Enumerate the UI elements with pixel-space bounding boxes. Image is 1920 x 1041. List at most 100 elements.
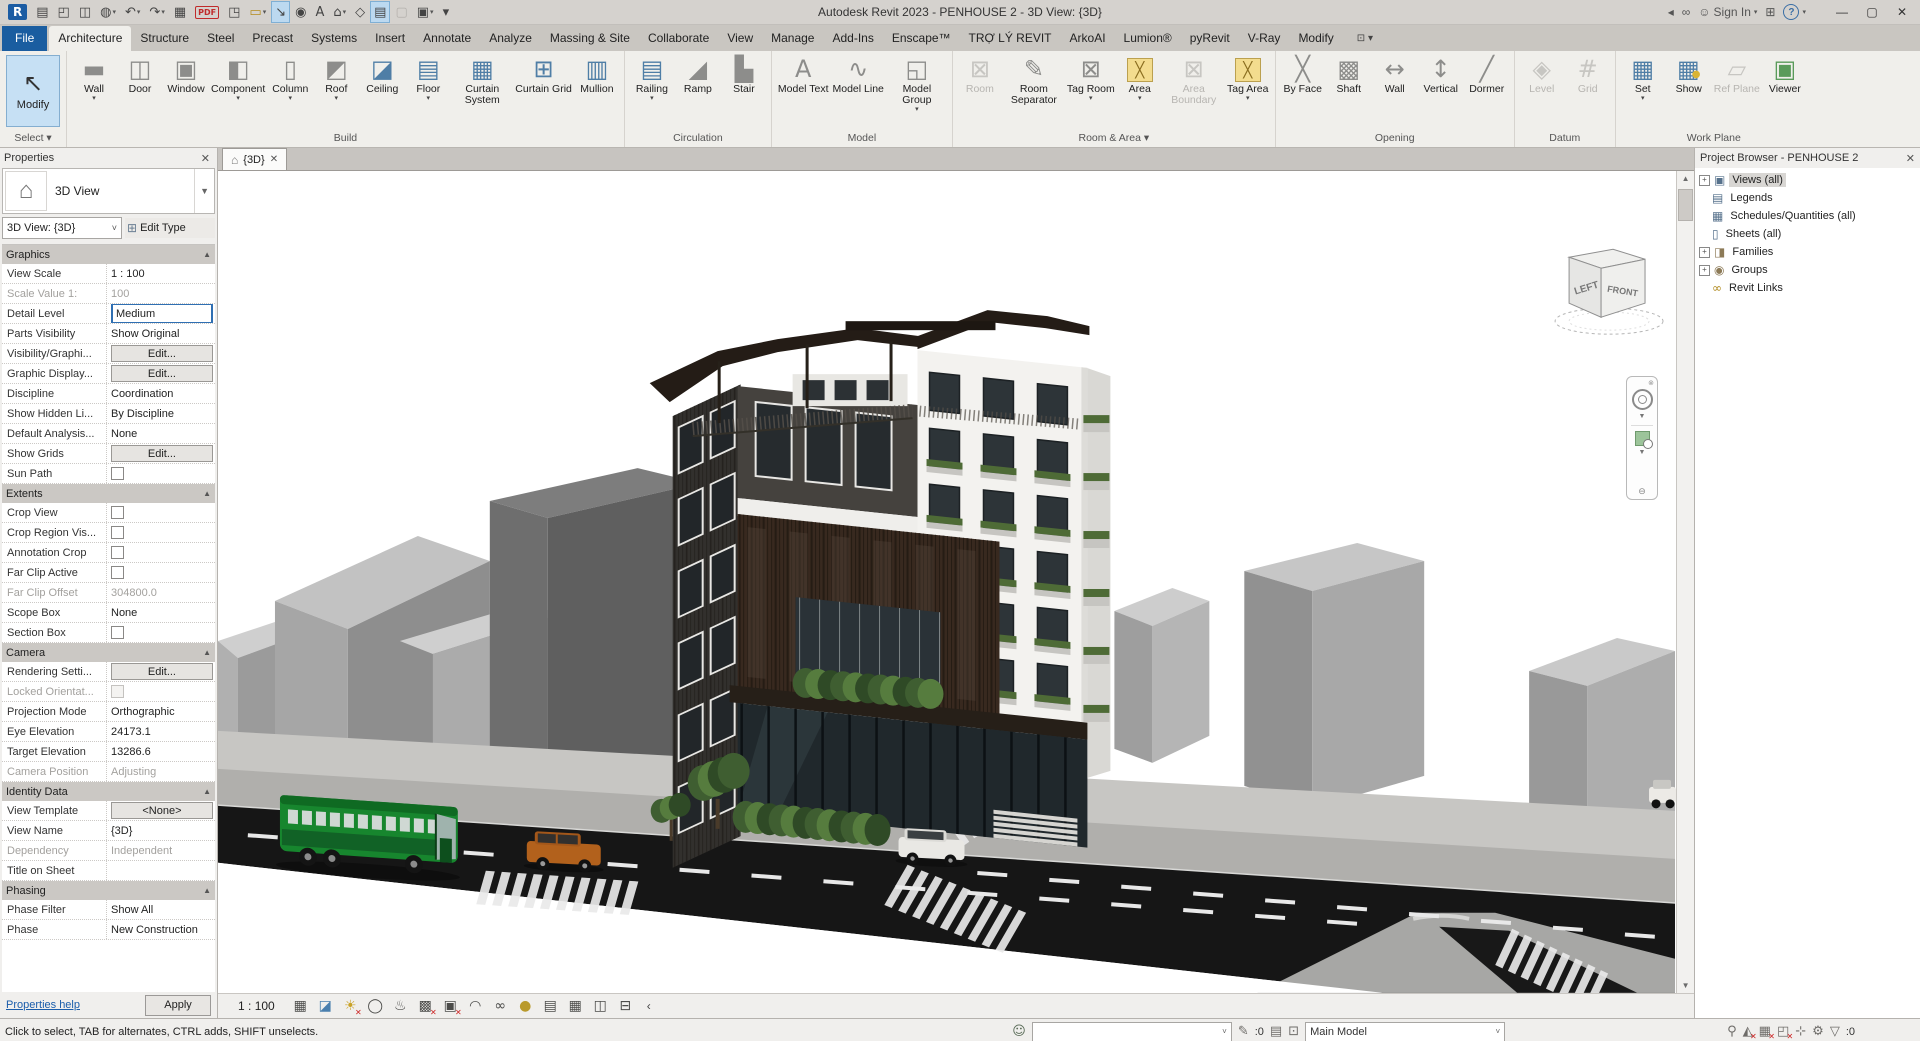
railing-button[interactable]: ▤Railing▾: [629, 53, 675, 128]
crop-region-vis-checkbox[interactable]: [111, 526, 124, 539]
zoom-options-icon[interactable]: ▼: [1639, 449, 1646, 456]
property-value[interactable]: Orthographic: [106, 702, 215, 721]
property-value[interactable]: Edit...: [106, 662, 215, 681]
open-file-icon[interactable]: ◰: [54, 1, 74, 23]
tab-architecture[interactable]: Architecture: [49, 26, 131, 51]
mullion-button[interactable]: ▥Mullion: [574, 53, 620, 128]
select-pinned-elements-icon[interactable]: ◭✕: [1743, 1024, 1753, 1039]
browser-item-schedules-quantities-all[interactable]: ▦Schedules/Quantities (all): [1699, 207, 1920, 225]
navigation-bar[interactable]: ⊗ ▼ ▼ ⊖: [1626, 376, 1658, 500]
property-value[interactable]: <None>: [106, 801, 215, 820]
dormer-button[interactable]: ╱Dormer: [1464, 53, 1510, 128]
chevron-down-icon[interactable]: ▼: [194, 169, 214, 213]
tab-lumion[interactable]: Lumion®: [1115, 26, 1181, 51]
far-clip-active-checkbox[interactable]: [111, 566, 124, 579]
expand-icon[interactable]: +: [1699, 175, 1710, 186]
app-store-cart-icon[interactable]: ⊞: [1765, 5, 1775, 19]
show-analytical-model-icon[interactable]: ▦: [566, 997, 585, 1016]
print-icon[interactable]: ▦: [170, 1, 190, 23]
browser-item-legends[interactable]: ▤Legends: [1699, 189, 1920, 207]
property-value[interactable]: 24173.1: [106, 722, 215, 741]
temporary-hide-isolate-icon[interactable]: ∞: [491, 997, 510, 1016]
model-line-button[interactable]: ∿Model Line: [831, 53, 886, 128]
select-elements-by-face-icon[interactable]: ▦✕: [1759, 1024, 1771, 1039]
tab-add-ins[interactable]: Add-Ins: [823, 26, 882, 51]
close-project-browser-icon[interactable]: ✕: [1906, 152, 1915, 165]
shaft-button[interactable]: ▩Shaft: [1326, 53, 1372, 128]
tab-precast[interactable]: Precast: [243, 26, 302, 51]
back-icon[interactable]: ◂: [1668, 5, 1674, 19]
steering-wheel-icon[interactable]: [1632, 389, 1653, 410]
section-box-checkbox[interactable]: [111, 626, 124, 639]
tab-arkoai[interactable]: ArkoAI: [1061, 26, 1115, 51]
tag-area-button[interactable]: ╳Tag Area▾: [1225, 53, 1271, 128]
property-value[interactable]: [106, 623, 215, 642]
roof-button[interactable]: ◩Roof▾: [313, 53, 359, 128]
background-processes-icon[interactable]: ⚙: [1812, 1024, 1824, 1039]
modify-button[interactable]: ↖ Modify: [6, 55, 60, 127]
visibility-graphi-button[interactable]: Edit...: [111, 345, 213, 362]
curtain-system-button[interactable]: ▦Curtain System: [451, 53, 513, 128]
show-button[interactable]: ▦●Show: [1666, 53, 1712, 128]
active-design-option-select[interactable]: Main Model˅: [1305, 1022, 1505, 1041]
measure-icon[interactable]: ▭▾: [245, 1, 270, 23]
tab-massing-site[interactable]: Massing & Site: [541, 26, 639, 51]
show-grids-button[interactable]: Edit...: [111, 445, 213, 462]
browser-item-revit-links[interactable]: ∞Revit Links: [1699, 279, 1920, 297]
expand-icon[interactable]: +: [1699, 247, 1710, 258]
reveal-constraints-icon[interactable]: ⊟: [616, 997, 635, 1016]
default-3d-view-icon[interactable]: ⌂▾: [329, 1, 350, 23]
view-template-button[interactable]: <None>: [111, 802, 213, 819]
property-value[interactable]: Show Original: [106, 324, 215, 343]
zoom-icon[interactable]: [1635, 431, 1650, 446]
switch-windows-icon[interactable]: ▣▾: [413, 1, 438, 23]
property-value[interactable]: 1 : 100: [106, 264, 215, 283]
tag-room-button[interactable]: ⊠Tag Room▾: [1065, 53, 1117, 128]
expand-icon[interactable]: +: [1699, 265, 1710, 276]
highlight-displacement-sets-icon[interactable]: ◫: [591, 997, 610, 1016]
property-value[interactable]: [106, 682, 215, 701]
sync-with-central-icon[interactable]: ◍▾: [96, 1, 120, 23]
undo-icon[interactable]: ↶▾: [121, 1, 144, 23]
sign-in-button[interactable]: ☺Sign In▾: [1698, 5, 1757, 19]
text-icon[interactable]: A: [311, 1, 328, 23]
curtain-grid-button[interactable]: ⊞Curtain Grid: [513, 53, 574, 128]
reveal-hidden-elements-icon[interactable]: ●: [516, 997, 535, 1016]
tab-view[interactable]: View: [718, 26, 762, 51]
show-crop-region-icon[interactable]: ▣✕: [441, 997, 460, 1016]
type-selector[interactable]: ⌂ 3D View ▼: [2, 168, 215, 214]
crop-view-checkbox[interactable]: [111, 506, 124, 519]
tab-modify[interactable]: Modify: [1289, 26, 1342, 51]
stair-button[interactable]: ▙Stair: [721, 53, 767, 128]
vertical-scrollbar[interactable]: ▲ ▼: [1676, 171, 1694, 993]
save-orientation-icon[interactable]: ◠: [466, 997, 485, 1016]
section-extents[interactable]: Extents▲: [2, 484, 215, 503]
viewer-button[interactable]: ▣Viewer: [1762, 53, 1808, 128]
model-text-button[interactable]: AModel Text: [776, 53, 831, 128]
property-value[interactable]: None: [106, 603, 215, 622]
redo-icon[interactable]: ↷▾: [145, 1, 168, 23]
section-identity-data[interactable]: Identity Data▲: [2, 782, 215, 801]
section-phasing[interactable]: Phasing▲: [2, 881, 215, 900]
tab-annotate[interactable]: Annotate: [414, 26, 480, 51]
minimize-button[interactable]: —: [1828, 5, 1856, 19]
property-value[interactable]: [106, 861, 215, 880]
browser-item-views-all[interactable]: +▣Views (all): [1699, 171, 1920, 189]
press-drag-icon[interactable]: ⊹: [1795, 1024, 1806, 1039]
area-button[interactable]: ╳Area▾: [1117, 53, 1163, 128]
drawing-area[interactable]: LEFT FRONT ▲ ▼ ⊗ ▼ ▼ ⊖: [218, 171, 1694, 993]
shaded-view-icon[interactable]: ◪: [316, 997, 335, 1016]
property-value[interactable]: New Construction: [106, 920, 215, 939]
room-separator-button[interactable]: ✎Room Separator: [1003, 53, 1065, 128]
section-icon[interactable]: ◇: [351, 1, 369, 23]
show-rendering-dialog-icon[interactable]: ♨: [391, 997, 410, 1016]
tab-enscape[interactable]: Enscape™: [883, 26, 960, 51]
set-button[interactable]: ▦Set▾: [1620, 53, 1666, 128]
wall-button[interactable]: ↔Wall: [1372, 53, 1418, 128]
aligned-dimension-icon[interactable]: ↘: [271, 1, 290, 23]
shadows-icon[interactable]: ◯: [366, 997, 385, 1016]
tab-insert[interactable]: Insert: [366, 26, 414, 51]
viewbar-collapse-icon[interactable]: ‹: [641, 999, 651, 1013]
restore-button[interactable]: ▢: [1858, 5, 1886, 19]
sun-path-checkbox[interactable]: [111, 467, 124, 480]
